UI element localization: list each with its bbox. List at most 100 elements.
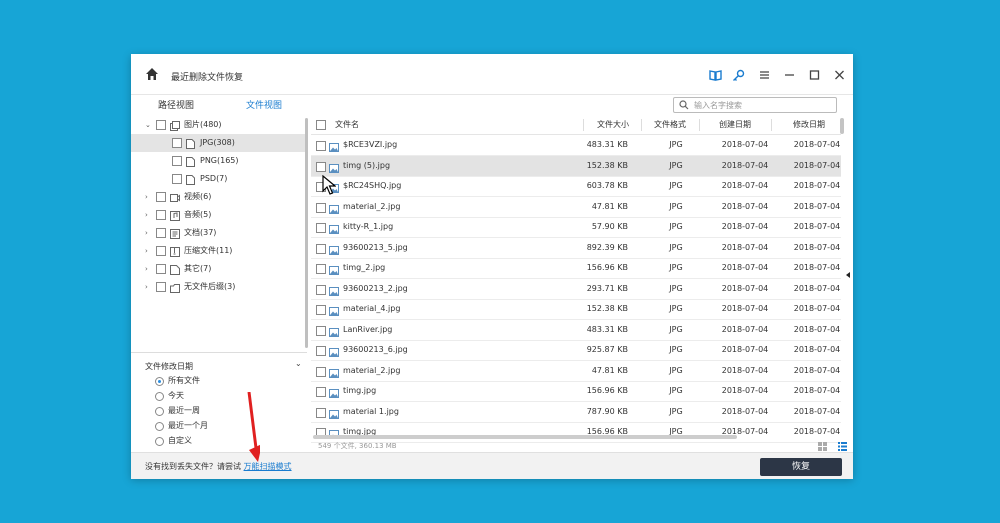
tree-item-jpg[interactable]: JPG(308) <box>131 134 305 152</box>
checkbox[interactable] <box>156 282 166 292</box>
checkbox[interactable] <box>156 264 166 274</box>
radio-button[interactable] <box>155 407 164 416</box>
checkbox[interactable] <box>156 246 166 256</box>
radio-button[interactable] <box>155 422 164 431</box>
book-icon[interactable] <box>708 68 722 82</box>
tree-item-no-extension[interactable]: › 无文件后缀(3) <box>131 278 305 296</box>
chevron-right-icon[interactable]: › <box>145 242 153 260</box>
app-title: 最近删除文件恢复 <box>171 73 244 83</box>
key-icon[interactable] <box>731 68 745 82</box>
table-row[interactable]: timg_2.jpg 156.96 KB JPG 2018-07-04 2018-07-… <box>311 258 841 279</box>
chevron-right-icon[interactable]: › <box>145 188 153 206</box>
table-vertical-scrollbar[interactable] <box>840 118 844 134</box>
column-modified[interactable]: 修改日期 <box>793 116 825 134</box>
checkbox[interactable] <box>172 174 182 184</box>
tree-item-images[interactable]: ⌄ 图片(480) <box>131 116 305 134</box>
menu-icon[interactable] <box>757 68 771 82</box>
table-row[interactable]: $RCE3VZI.jpg 483.31 KB JPG 2018-07-04 2018-0… <box>311 135 841 156</box>
radio-button[interactable] <box>155 437 164 446</box>
column-divider[interactable] <box>699 119 700 131</box>
row-checkbox[interactable] <box>316 161 326 172</box>
table-row[interactable]: timg.jpg 156.96 KB JPG 2018-07-04 2018-07-04 <box>311 381 841 402</box>
tab-path-view[interactable]: 路径视图 <box>141 96 211 116</box>
row-checkbox[interactable] <box>316 366 326 377</box>
column-divider[interactable] <box>771 119 772 131</box>
table-row[interactable]: 93600213_6.jpg 925.87 KB JPG 2018-07-04 2018… <box>311 340 841 361</box>
panel-collapse-handle[interactable] <box>846 272 850 278</box>
tree-item-documents[interactable]: › 文档(37) <box>131 224 305 242</box>
chevron-right-icon[interactable]: › <box>145 260 153 278</box>
column-format[interactable]: 文件格式 <box>654 116 686 134</box>
table-row[interactable]: timg (5).jpg 152.38 KB JPG 2018-07-04 2018-0… <box>311 155 841 177</box>
chevron-right-icon[interactable]: › <box>145 278 153 296</box>
close-icon[interactable] <box>832 68 846 82</box>
row-checkbox[interactable] <box>316 243 326 254</box>
column-size[interactable]: 文件大小 <box>597 116 629 134</box>
row-checkbox[interactable] <box>316 387 326 397</box>
row-checkbox[interactable] <box>316 346 326 356</box>
maximize-icon[interactable] <box>807 68 821 82</box>
checkbox[interactable] <box>172 156 182 166</box>
table-row[interactable]: material_4.jpg 152.38 KB JPG 2018-07-04 2018… <box>311 299 841 320</box>
table-row[interactable]: timg.jpg 156.96 KB JPG 2018-07-04 2018-07-04 <box>311 422 841 443</box>
chevron-right-icon[interactable]: › <box>145 206 153 224</box>
chevron-down-icon[interactable]: ⌄ <box>295 359 302 368</box>
cell-created-date: 2018-07-04 <box>721 242 769 252</box>
tree-item-psd[interactable]: PSD(7) <box>131 170 305 188</box>
chevron-right-icon[interactable]: › <box>145 224 153 242</box>
row-checkbox[interactable] <box>316 223 326 233</box>
table-row[interactable]: 93600213_2.jpg 293.71 KB JPG 2018-07-04 2018… <box>311 279 841 300</box>
cell-created-date: 2018-07-04 <box>721 181 769 190</box>
chevron-down-icon[interactable]: ⌄ <box>145 116 153 134</box>
tree-item-other[interactable]: › 其它(7) <box>131 260 305 278</box>
checkbox[interactable] <box>156 120 166 130</box>
list-view-icon[interactable] <box>838 442 847 451</box>
checkbox[interactable] <box>172 138 182 148</box>
home-icon[interactable] <box>145 67 159 81</box>
checkbox[interactable] <box>156 192 166 202</box>
tab-file-view[interactable]: 文件视图 <box>229 96 299 118</box>
recover-button[interactable]: 恢复 <box>760 458 842 476</box>
radio-button[interactable] <box>155 392 164 401</box>
search-box[interactable]: 输入名字搜索 <box>673 97 837 113</box>
tree-scrollbar[interactable] <box>305 118 308 348</box>
radio-button[interactable] <box>155 377 164 386</box>
table-row[interactable]: $RC24SHQ.jpg 603.78 KB JPG 2018-07-04 2018-0… <box>311 176 841 197</box>
tree-item-label: 视频(6) <box>184 192 212 201</box>
row-checkbox[interactable] <box>316 141 326 151</box>
tree-item-video[interactable]: › 视频(6) <box>131 188 305 206</box>
row-checkbox[interactable] <box>316 325 326 336</box>
table-row[interactable]: material_2.jpg 47.81 KB JPG 2018-07-04 2018-… <box>311 361 841 382</box>
row-checkbox[interactable] <box>316 284 326 295</box>
column-divider[interactable] <box>583 119 584 131</box>
row-checkbox[interactable] <box>316 202 326 213</box>
tree-item-archives[interactable]: › 压缩文件(11) <box>131 242 305 260</box>
tree-item-png[interactable]: PNG(165) <box>131 152 305 170</box>
cell-file-size: 603.78 KB <box>586 181 628 190</box>
table-horizontal-scrollbar[interactable] <box>313 435 737 439</box>
tree-item-label: 文档(37) <box>184 228 217 237</box>
cell-file-format: JPG <box>669 140 683 149</box>
cell-modified-date: 2018-07-04 <box>793 160 841 170</box>
table-row[interactable]: material_2.jpg 47.81 KB JPG 2018-07-04 2018-… <box>311 197 841 218</box>
table-row[interactable]: kitty-R_1.jpg 57.90 KB JPG 2018-07-04 2018-0… <box>311 217 841 238</box>
row-checkbox[interactable] <box>316 305 326 315</box>
column-name[interactable]: 文件名 <box>335 116 359 134</box>
column-divider[interactable] <box>641 119 642 131</box>
select-all-checkbox[interactable] <box>316 120 326 130</box>
cell-modified-date: 2018-07-04 <box>793 283 841 293</box>
table-row[interactable]: LanRiver.jpg 483.31 KB JPG 2018-07-04 2018-0… <box>311 320 841 341</box>
cell-file-name: timg_2.jpg <box>343 263 386 272</box>
tree-item-audio[interactable]: › 音频(5) <box>131 206 305 224</box>
row-checkbox[interactable] <box>316 264 326 274</box>
minimize-icon[interactable] <box>782 68 796 82</box>
cell-modified-date: 2018-07-04 <box>793 242 841 252</box>
row-checkbox[interactable] <box>316 407 326 418</box>
table-row[interactable]: 93600213_5.jpg 892.39 KB JPG 2018-07-04 2018… <box>311 238 841 259</box>
table-row[interactable]: material 1.jpg 787.90 KB JPG 2018-07-04 2018… <box>311 402 841 423</box>
filter-title: 文件修改日期 <box>145 362 193 371</box>
column-created[interactable]: 创建日期 <box>719 116 751 134</box>
checkbox[interactable] <box>156 210 166 220</box>
grid-view-icon[interactable] <box>818 442 827 451</box>
checkbox[interactable] <box>156 228 166 238</box>
